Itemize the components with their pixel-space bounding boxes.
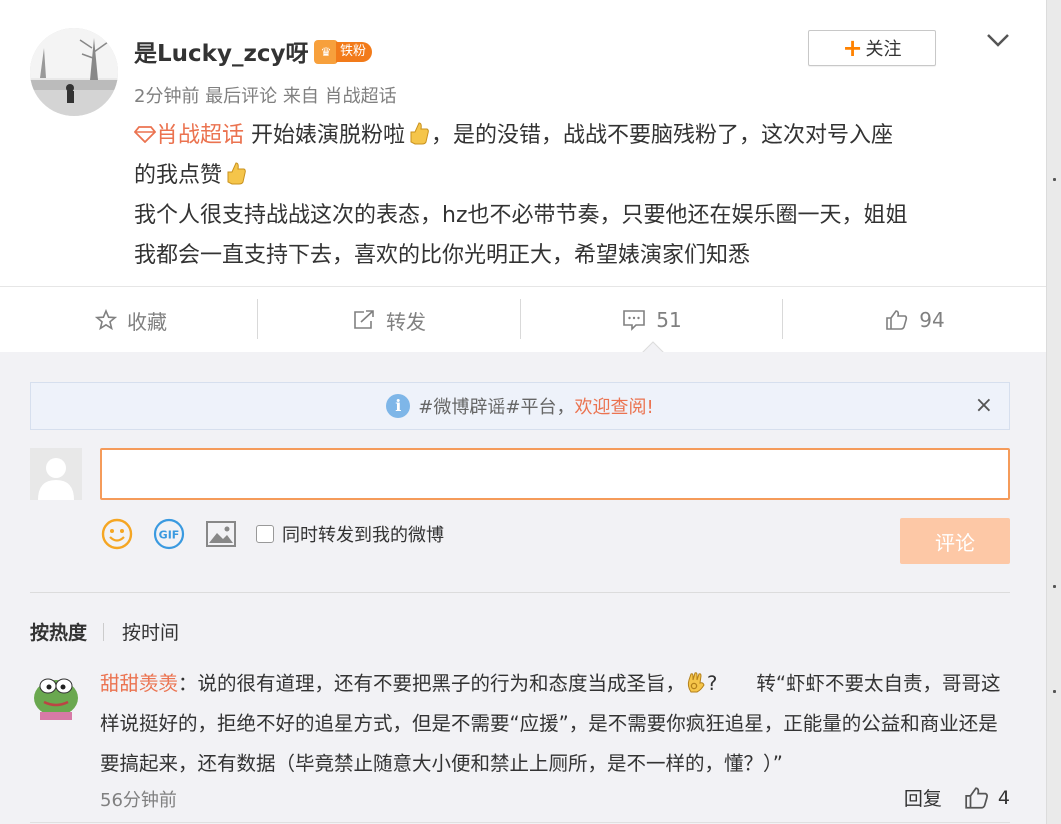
scrollbar[interactable] (1046, 0, 1061, 824)
submit-comment-button[interactable]: 评论 (900, 518, 1010, 564)
gif-icon: GIF (153, 518, 185, 550)
author-avatar[interactable] (30, 28, 118, 116)
follow-button[interactable]: + 关注 (808, 30, 936, 66)
action-divider (782, 299, 783, 339)
repost-to-weibo-option[interactable]: 同时转发到我的微博 (256, 521, 444, 547)
comment-input[interactable] (100, 448, 1010, 500)
scroll-marker (1053, 178, 1056, 181)
smiley-icon (101, 518, 133, 550)
super-topic-diamond-icon (134, 126, 156, 143)
comment-icon (623, 310, 646, 331)
chevron-down-icon[interactable] (985, 30, 1011, 50)
post-text: 肖战超话 开始婊演脱粉啦 ，是的没错，战战不要脑残粉了，这次对号入座 的我点赞 我… (134, 116, 1014, 276)
rumor-notice-banner: i #微博辟谣#平台， 欢迎查阅! × (30, 382, 1010, 430)
fan-badge: ♛ 铁粉 (314, 40, 373, 64)
author-name[interactable]: 是Lucky_zcy呀 (134, 34, 308, 68)
sort-by-hot-tab[interactable]: 按热度 (30, 618, 87, 645)
repost-button[interactable]: 转发 (258, 287, 520, 353)
notice-link[interactable]: 欢迎查阅! (574, 393, 653, 419)
repost-checkbox[interactable] (256, 525, 274, 543)
image-icon (206, 521, 236, 547)
comment-section: i #微博辟谣#平台， 欢迎查阅! × GIF 同时转发到我的微博 评论 按热度… (0, 352, 1046, 824)
thumbs-up-icon (886, 310, 908, 330)
scroll-marker (1053, 585, 1056, 588)
image-button[interactable] (204, 519, 238, 549)
comment-divider (30, 822, 1010, 823)
crown-icon: ♛ (314, 40, 338, 64)
info-icon: i (386, 394, 411, 418)
composer-toolbar: GIF 同时转发到我的微博 (100, 516, 462, 552)
comment-time: 56分钟前 (100, 790, 177, 811)
emoji-button[interactable] (100, 517, 134, 551)
scroll-marker (1053, 690, 1056, 693)
commenter-avatar[interactable] (30, 668, 82, 720)
star-icon (95, 309, 117, 331)
thumbs-up-emoji-icon (410, 122, 429, 145)
share-icon (354, 310, 374, 329)
super-topic-link[interactable]: 肖战超话 (156, 123, 244, 148)
close-icon[interactable]: × (975, 395, 993, 417)
sort-divider (103, 622, 105, 641)
comment-like-count: 4 (997, 786, 1010, 809)
comment-sort-tabs: 按热度 按时间 (30, 618, 179, 645)
like-button[interactable]: 94 (784, 287, 1046, 353)
commenter-name[interactable]: 甜甜羡羡 (100, 672, 178, 695)
reply-button[interactable]: 回复 (904, 784, 942, 811)
thumbs-up-emoji-icon (227, 162, 246, 185)
thumbs-up-icon[interactable] (964, 786, 990, 810)
post-action-bar: 收藏 转发 51 94 (0, 286, 1046, 352)
ok-hand-emoji-icon (687, 672, 705, 693)
post-meta: 2分钟前 最后评论 来自 肖战超话 (134, 86, 397, 107)
my-avatar (30, 448, 82, 500)
comment-text: 甜甜羡羡：说的很有道理，还有不要把黑子的行为和态度当成圣旨，? 转“虾虾不要太自… (100, 672, 1001, 775)
section-divider (30, 592, 1010, 593)
plus-icon: + (842, 34, 863, 62)
sort-by-time-tab[interactable]: 按时间 (122, 618, 179, 645)
svg-text:GIF: GIF (159, 529, 180, 542)
active-tab-caret (642, 341, 664, 353)
comment-actions: 回复 4 (904, 784, 1010, 811)
gif-button[interactable]: GIF (152, 517, 186, 551)
favorite-button[interactable]: 收藏 (0, 287, 262, 353)
